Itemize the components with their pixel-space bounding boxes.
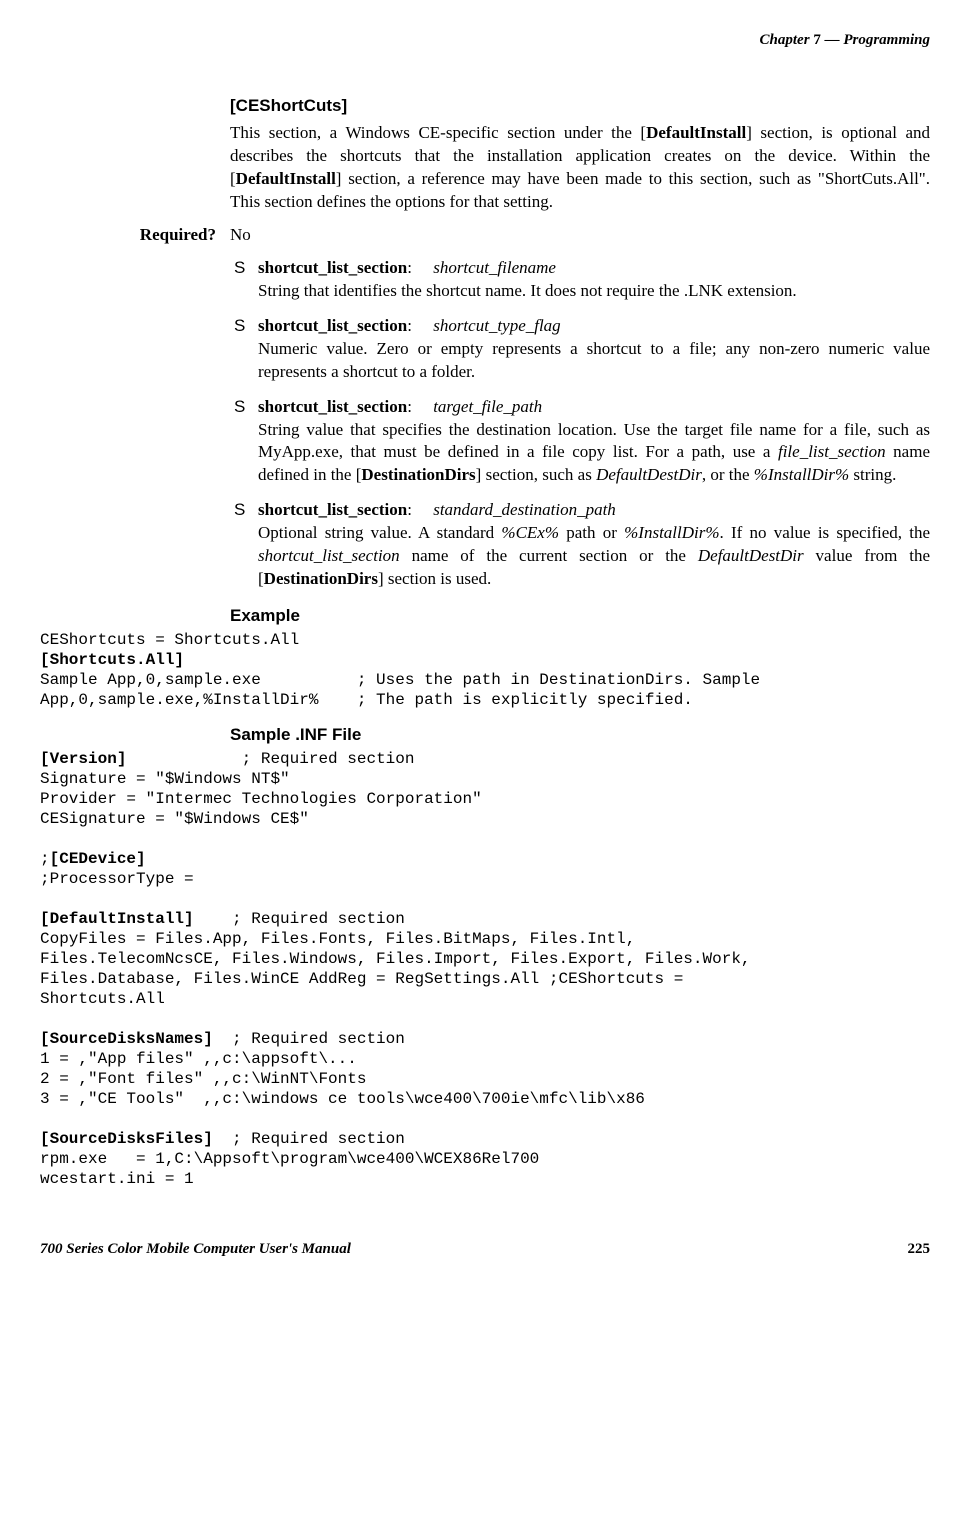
list-item: shortcut_list_section: standard_destinat…	[230, 499, 930, 591]
list-item: shortcut_list_section: target_file_path …	[230, 396, 930, 488]
required-value: No	[230, 224, 930, 247]
section-title: [CEShortCuts]	[230, 95, 930, 118]
sample-heading: Sample .INF File	[230, 724, 930, 747]
example-heading: Example	[230, 605, 930, 628]
page-header: Chapter 7 — Programming	[40, 30, 930, 50]
example-code: CEShortcuts = Shortcuts.All [Shortcuts.A…	[40, 630, 930, 710]
chapter-title: Programming	[843, 32, 930, 48]
section-intro: This section, a Windows CE-specific sect…	[230, 122, 930, 214]
list-item: shortcut_list_section: shortcut_type_fla…	[230, 315, 930, 384]
list-item: shortcut_list_section: shortcut_filename…	[230, 257, 930, 303]
manual-title: 700 Series Color Mobile Computer User's …	[40, 1239, 351, 1259]
chapter-label: Chapter	[760, 32, 810, 48]
bullet-list: shortcut_list_section: shortcut_filename…	[230, 257, 930, 591]
header-dash: —	[825, 32, 840, 48]
page-footer: 700 Series Color Mobile Computer User's …	[40, 1239, 930, 1259]
chapter-number: 7	[813, 32, 821, 48]
required-row: Required? No	[40, 224, 930, 247]
sample-code: [Version] ; Required section Signature =…	[40, 749, 930, 1189]
required-label: Required?	[40, 224, 230, 247]
page-number: 225	[908, 1239, 931, 1259]
